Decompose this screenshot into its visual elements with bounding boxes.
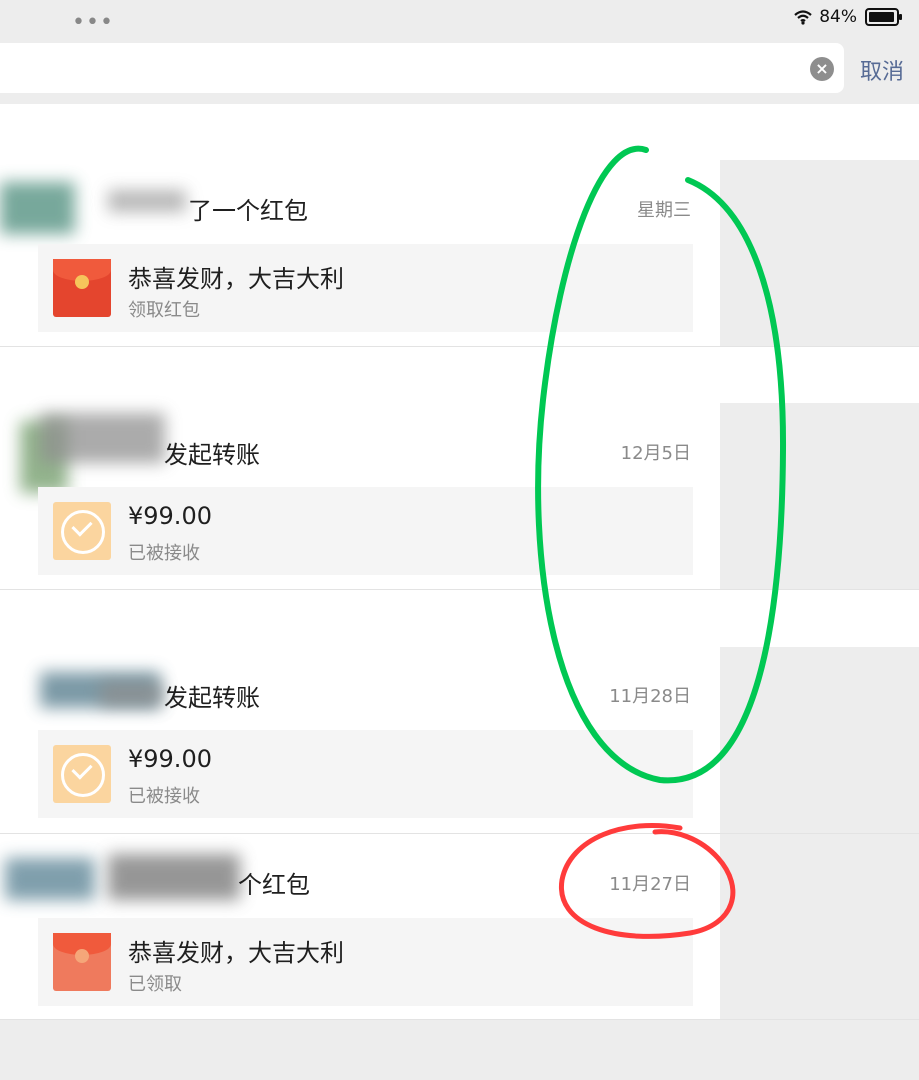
redacted-name <box>100 682 162 706</box>
results-top-spacer <box>0 104 919 160</box>
redacted-avatar <box>5 858 95 900</box>
redacted-name <box>40 413 165 463</box>
record-date: 星期三 <box>637 200 691 221</box>
search-input[interactable] <box>0 43 844 93</box>
record-title: 个红包 <box>238 871 310 899</box>
battery-icon <box>865 8 902 26</box>
list-item[interactable]: 发起转账 12月5日 ¥99.00 已被接收 <box>0 347 919 590</box>
cancel-button[interactable]: 取消 <box>860 54 904 86</box>
record-title: 发起转账 <box>164 684 260 712</box>
list-item[interactable]: 了一个红包 星期三 恭喜发财，大吉大利 领取红包 <box>0 160 919 347</box>
battery-percent: 84% <box>819 7 857 27</box>
list-item[interactable]: 发起转账 11月28日 ¥99.00 已被接收 <box>0 590 919 834</box>
transfer-received-icon <box>53 502 111 560</box>
record-title: 发起转账 <box>164 441 260 469</box>
record-date: 11月28日 <box>609 686 691 707</box>
card-status: 领取红包 <box>128 300 200 321</box>
record-date: 11月27日 <box>609 874 691 895</box>
status-bar: ••• 84% <box>0 0 919 36</box>
card-title: 恭喜发财，大吉大利 <box>128 939 344 967</box>
record-title: 了一个红包 <box>188 197 308 225</box>
list-item[interactable]: 个红包 11月27日 恭喜发财，大吉大利 已领取 <box>0 834 919 1020</box>
transfer-received-icon <box>53 745 111 803</box>
card-status: 已领取 <box>128 974 182 995</box>
transfer-card[interactable]: ¥99.00 已被接收 <box>38 730 693 818</box>
card-status: 已被接收 <box>128 543 200 564</box>
redacted-name <box>108 190 186 212</box>
red-packet-card[interactable]: 恭喜发财，大吉大利 已领取 <box>38 918 693 1006</box>
card-amount: ¥99.00 <box>128 745 212 773</box>
red-packet-card[interactable]: 恭喜发财，大吉大利 领取红包 <box>38 244 693 332</box>
wifi-icon <box>794 10 812 25</box>
red-packet-icon <box>53 259 111 317</box>
status-right: 84% <box>793 7 902 27</box>
clear-search-icon[interactable]: × <box>810 57 834 81</box>
record-date: 12月5日 <box>620 443 691 464</box>
transfer-card[interactable]: ¥99.00 已被接收 <box>38 487 693 575</box>
multitasking-dots-icon: ••• <box>72 10 114 35</box>
card-amount: ¥99.00 <box>128 502 212 530</box>
redacted-avatar <box>0 182 75 234</box>
card-title: 恭喜发财，大吉大利 <box>128 265 344 293</box>
opened-red-packet-icon <box>53 933 111 991</box>
card-status: 已被接收 <box>128 786 200 807</box>
redacted-name <box>108 854 240 900</box>
